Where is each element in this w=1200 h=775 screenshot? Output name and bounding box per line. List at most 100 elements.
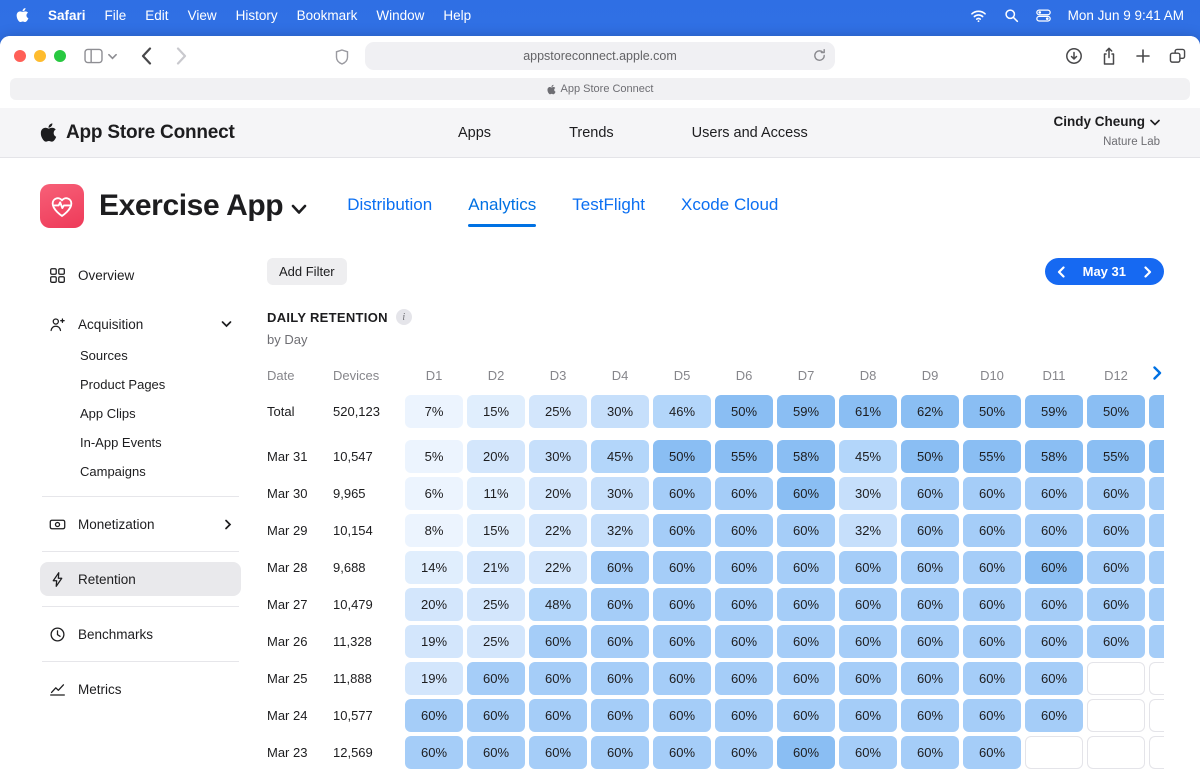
retention-cell: 60% bbox=[529, 699, 587, 732]
retention-cell: 7% bbox=[405, 395, 463, 428]
nav-users-and-access[interactable]: Users and Access bbox=[692, 125, 808, 141]
active-tab[interactable]: App Store Connect bbox=[10, 78, 1190, 100]
menu-help[interactable]: Help bbox=[443, 8, 471, 23]
retention-cell: 59% bbox=[1025, 395, 1083, 428]
menu-file[interactable]: File bbox=[105, 8, 127, 23]
retention-row: Mar 2410,57760%60%60%60%60%60%60%60%60%6… bbox=[267, 699, 1164, 732]
zoom-window-button[interactable] bbox=[54, 50, 66, 62]
retention-cell: 60% bbox=[529, 736, 587, 769]
retention-cell: 60% bbox=[963, 699, 1021, 732]
menu-safari[interactable]: Safari bbox=[48, 8, 86, 23]
tab-xcode-cloud[interactable]: Xcode Cloud bbox=[681, 195, 778, 227]
asc-title: App Store Connect bbox=[66, 122, 235, 144]
account-name: Cindy Cheung bbox=[1054, 114, 1146, 131]
info-icon[interactable]: i bbox=[396, 309, 412, 325]
address-bar[interactable]: appstoreconnect.apple.com bbox=[365, 42, 835, 70]
reload-icon[interactable] bbox=[812, 48, 827, 63]
app-switcher-chevron[interactable] bbox=[291, 204, 307, 215]
forward-button[interactable] bbox=[176, 47, 187, 65]
retention-cell: 8% bbox=[405, 514, 463, 547]
sidebar-item-metrics[interactable]: Metrics bbox=[40, 672, 241, 706]
previous-day-button[interactable] bbox=[1055, 266, 1067, 278]
apple-menu-icon[interactable] bbox=[16, 7, 29, 23]
menu-view[interactable]: View bbox=[188, 8, 217, 23]
partial-next-column-cell bbox=[1149, 440, 1164, 473]
tab-overview-icon[interactable] bbox=[1169, 48, 1186, 64]
retention-cell: 60% bbox=[1025, 551, 1083, 584]
add-filter-button[interactable]: Add Filter bbox=[267, 258, 347, 285]
nav-trends[interactable]: Trends bbox=[569, 125, 614, 141]
retention-cell: 19% bbox=[405, 662, 463, 695]
retention-cell: 45% bbox=[839, 440, 897, 473]
close-window-button[interactable] bbox=[14, 50, 26, 62]
sidebar-item-sources[interactable]: Sources bbox=[40, 341, 241, 370]
day-column-header: D4 bbox=[591, 368, 649, 383]
account-menu[interactable]: Cindy Cheung Nature Lab bbox=[1054, 114, 1161, 151]
sidebar-item-app-clips[interactable]: App Clips bbox=[40, 399, 241, 428]
retention-cell: 20% bbox=[529, 477, 587, 510]
day-column-header: D8 bbox=[839, 368, 897, 383]
downloads-icon[interactable] bbox=[1065, 47, 1083, 65]
sidebar-item-campaigns[interactable]: Campaigns bbox=[40, 457, 241, 486]
new-tab-icon[interactable] bbox=[1135, 48, 1151, 64]
retention-cell: 60% bbox=[715, 625, 773, 658]
sidebar-toggle-button[interactable] bbox=[84, 48, 117, 64]
retention-cell: 60% bbox=[591, 662, 649, 695]
tab-testflight[interactable]: TestFlight bbox=[572, 195, 645, 227]
retention-cell: 60% bbox=[715, 588, 773, 621]
row-devices: 12,569 bbox=[333, 745, 405, 760]
address-text: appstoreconnect.apple.com bbox=[523, 49, 677, 63]
wifi-icon[interactable] bbox=[970, 8, 987, 23]
sidebar-item-product-pages[interactable]: Product Pages bbox=[40, 370, 241, 399]
chevron-down-icon bbox=[221, 320, 232, 328]
retention-cell: 60% bbox=[1087, 477, 1145, 510]
partial-next-column-cell bbox=[1149, 736, 1164, 769]
menu-edit[interactable]: Edit bbox=[145, 8, 168, 23]
retention-cell: 30% bbox=[529, 440, 587, 473]
retention-cell: 62% bbox=[901, 395, 959, 428]
menu-clock[interactable]: Mon Jun 9 9:41 AM bbox=[1068, 8, 1184, 23]
asc-logo[interactable]: App Store Connect bbox=[40, 122, 235, 144]
privacy-shield-icon[interactable] bbox=[335, 49, 349, 65]
sidebar-item-acquisition[interactable]: Acquisition bbox=[40, 307, 241, 341]
menu-window[interactable]: Window bbox=[376, 8, 424, 23]
day-column-header: D6 bbox=[715, 368, 773, 383]
sidebar-item-in-app-events[interactable]: In-App Events bbox=[40, 428, 241, 457]
menu-bookmark[interactable]: Bookmark bbox=[297, 8, 358, 23]
minimize-window-button[interactable] bbox=[34, 50, 46, 62]
sidebar-item-monetization[interactable]: Monetization bbox=[40, 507, 241, 541]
retention-cell: 60% bbox=[653, 551, 711, 584]
retention-cell: 60% bbox=[653, 625, 711, 658]
tab-distribution[interactable]: Distribution bbox=[347, 195, 432, 227]
share-icon[interactable] bbox=[1101, 47, 1117, 66]
retention-cell: 60% bbox=[467, 736, 525, 769]
retention-cell: 60% bbox=[591, 736, 649, 769]
back-button[interactable] bbox=[141, 47, 152, 65]
nav-apps[interactable]: Apps bbox=[458, 125, 491, 141]
retention-row: Mar 2511,88819%60%60%60%60%60%60%60%60%6… bbox=[267, 662, 1164, 695]
retention-cell: 60% bbox=[777, 662, 835, 695]
retention-cell: 60% bbox=[715, 736, 773, 769]
sidebar-item-benchmarks[interactable]: Benchmarks bbox=[40, 617, 241, 651]
retention-cell bbox=[1087, 699, 1145, 732]
retention-cell: 50% bbox=[901, 440, 959, 473]
control-center-icon[interactable] bbox=[1036, 8, 1051, 23]
retention-cell: 60% bbox=[653, 662, 711, 695]
next-day-button[interactable] bbox=[1142, 266, 1154, 278]
search-icon[interactable] bbox=[1004, 8, 1019, 23]
retention-cell: 60% bbox=[777, 699, 835, 732]
browser-toolbar: appstoreconnect.apple.com bbox=[0, 36, 1200, 76]
retention-cell: 22% bbox=[529, 551, 587, 584]
row-devices: 11,328 bbox=[333, 634, 405, 649]
retention-row: Mar 289,68814%21%22%60%60%60%60%60%60%60… bbox=[267, 551, 1164, 584]
sidebar-item-retention[interactable]: Retention bbox=[40, 562, 241, 596]
tab-analytics[interactable]: Analytics bbox=[468, 195, 536, 227]
retention-cell: 58% bbox=[1025, 440, 1083, 473]
row-date: Mar 27 bbox=[267, 597, 333, 612]
retention-cell: 25% bbox=[467, 625, 525, 658]
scroll-days-next-button[interactable] bbox=[1151, 364, 1164, 382]
retention-row: Mar 309,9656%11%20%30%60%60%60%30%60%60%… bbox=[267, 477, 1164, 510]
sidebar-item-overview[interactable]: Overview bbox=[40, 258, 241, 292]
menu-history[interactable]: History bbox=[236, 8, 278, 23]
row-date: Mar 23 bbox=[267, 745, 333, 760]
